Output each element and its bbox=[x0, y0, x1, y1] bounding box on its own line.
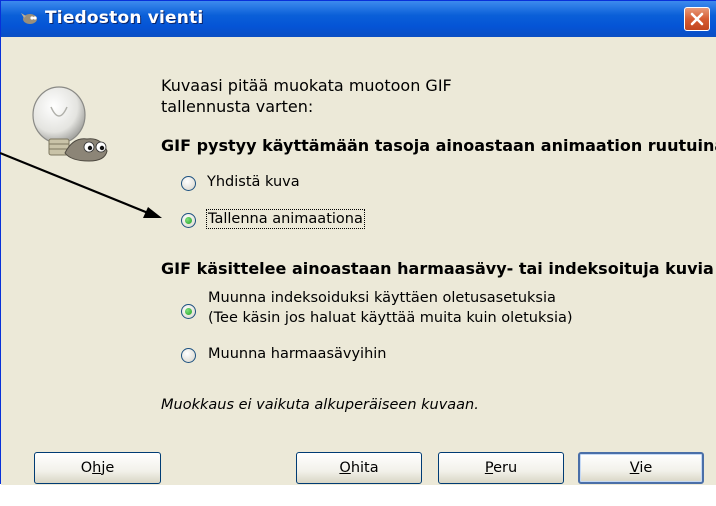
radio-button[interactable] bbox=[181, 348, 196, 363]
window-title: Tiedoston vienti bbox=[45, 8, 204, 28]
gimp-icon bbox=[21, 13, 37, 24]
ignore-button[interactable]: Ohita bbox=[296, 452, 422, 484]
note-text: Muokkaus ei vaikuta alkuperäiseen kuvaan… bbox=[161, 397, 479, 413]
intro-line-1: Kuvaasi pitää muokata muotoon GIF bbox=[161, 76, 452, 95]
radio-button[interactable] bbox=[181, 176, 196, 191]
close-icon bbox=[690, 12, 704, 26]
radio-convert-indexed-label-2[interactable]: (Tee käsin jos haluat käyttää muita kuin… bbox=[208, 310, 573, 326]
cancel-button[interactable]: Peru bbox=[438, 452, 564, 484]
radio-convert-indexed-label-1[interactable]: Muunna indeksoiduksi käyttäen oletusaset… bbox=[208, 290, 556, 306]
help-label-accel: h bbox=[92, 460, 102, 476]
radio-convert-grayscale-label[interactable]: Muunna harmaasävyihin bbox=[208, 346, 386, 362]
radio-button-selected[interactable] bbox=[181, 213, 196, 228]
ignore-label-post: hita bbox=[350, 460, 379, 476]
radio-merge-label[interactable]: Yhdistä kuva bbox=[207, 174, 300, 190]
help-label-pre: O bbox=[80, 460, 93, 476]
close-button[interactable] bbox=[684, 7, 710, 31]
section-color-heading: GIF käsittelee ainoastaan harmaasävy- ta… bbox=[161, 259, 714, 278]
export-label-post: ie bbox=[639, 460, 653, 476]
ignore-label-accel: O bbox=[339, 460, 351, 476]
dialog-body: Kuvaasi pitää muokata muotoon GIF tallen… bbox=[1, 37, 716, 485]
title-bar[interactable]: Tiedoston vienti bbox=[1, 1, 716, 37]
export-label-accel: V bbox=[629, 460, 640, 476]
intro-line-2: tallennusta varten: bbox=[161, 97, 314, 116]
help-label-post: je bbox=[101, 460, 115, 476]
cancel-label-post: eru bbox=[493, 460, 518, 476]
section-layers-heading: GIF pystyy käyttämään tasoja ainoastaan … bbox=[161, 136, 716, 155]
lightbulb-hint-icon bbox=[32, 86, 108, 162]
radio-save-animation-label[interactable]: Tallenna animaationa bbox=[206, 209, 365, 229]
export-dialog: Tiedoston vienti Kuvaasi pitää muokata m… bbox=[0, 0, 716, 485]
radio-button-selected[interactable] bbox=[181, 304, 196, 319]
export-button[interactable]: Vie bbox=[578, 452, 704, 484]
cancel-label-accel: P bbox=[484, 460, 494, 476]
help-button[interactable]: Ohje bbox=[34, 452, 161, 484]
